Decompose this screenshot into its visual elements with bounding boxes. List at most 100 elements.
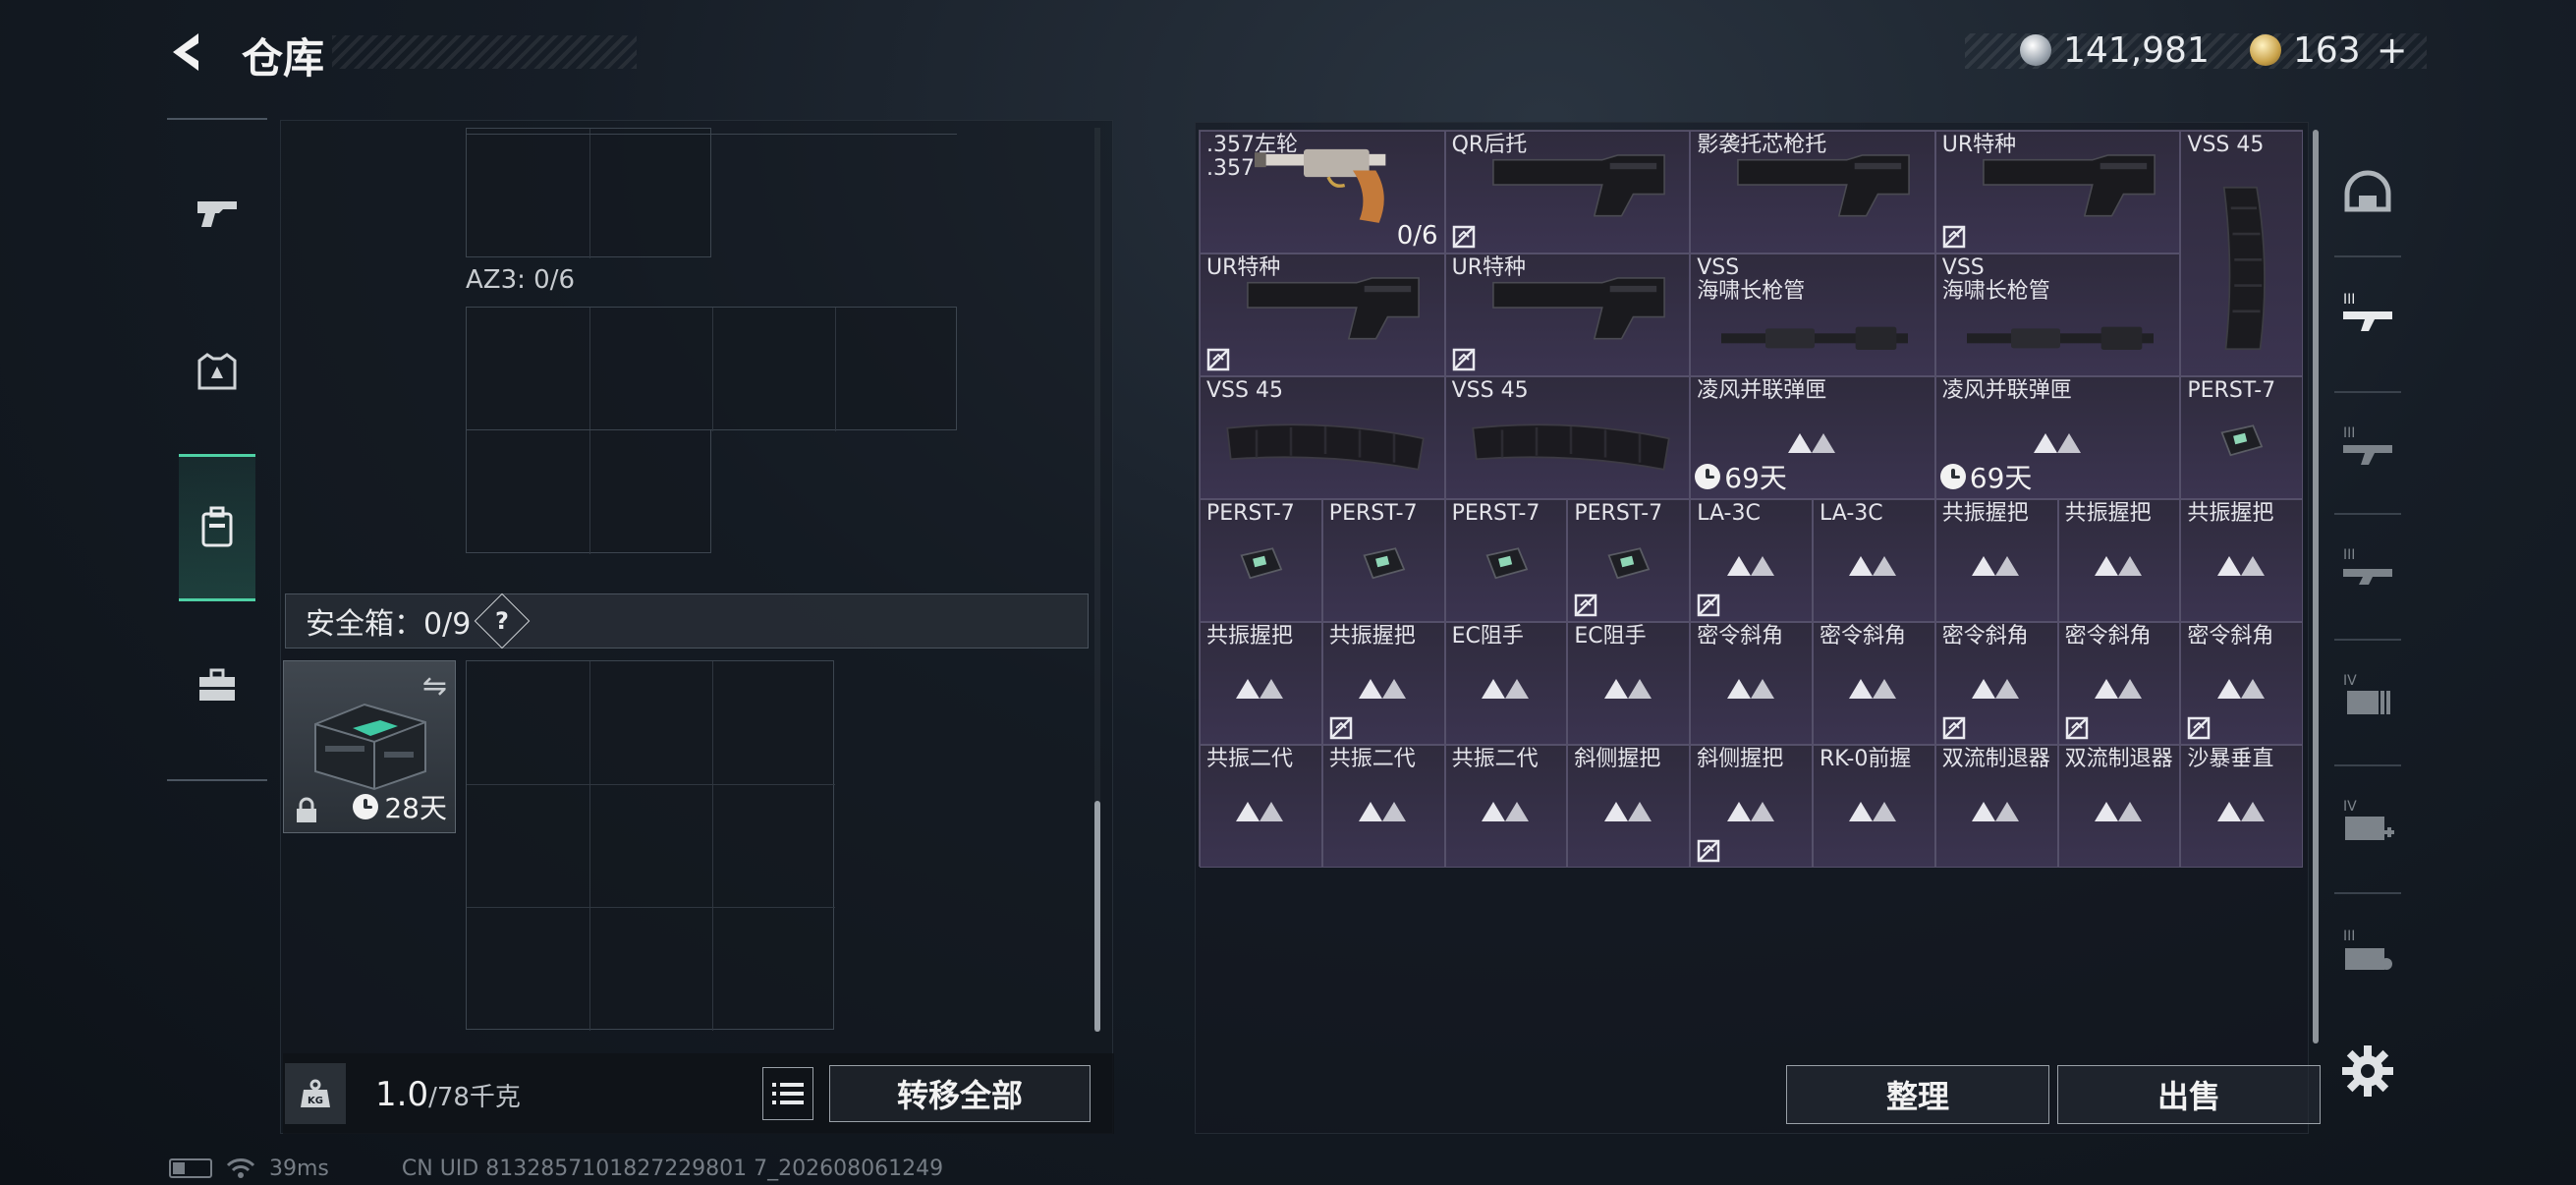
stash-item-slot[interactable]: QR后托 bbox=[1444, 131, 1691, 254]
stash-item-slot[interactable]: 共振握把 bbox=[1321, 622, 1445, 745]
stash-item-slot[interactable]: VSS 海啸长枪管 bbox=[1934, 254, 2181, 376]
rail-item-armor[interactable] bbox=[179, 299, 255, 446]
stash-item-name: EC阻手 bbox=[1451, 624, 1524, 649]
stash-item-slot[interactable]: 沙暴垂直 bbox=[2180, 745, 2304, 868]
stash-item-name: 斜侧握把 bbox=[1574, 747, 1661, 771]
stash-item-slot[interactable]: 共振二代 bbox=[1321, 745, 1445, 868]
stash-item-slot[interactable]: VSS 45 bbox=[1200, 376, 1445, 499]
stash-item-name: UR特种 bbox=[1941, 133, 2017, 157]
stash-item-name: PERST-7 bbox=[1206, 501, 1295, 526]
safe-box-case-icon bbox=[314, 703, 426, 791]
stash-item-slot[interactable]: 共振二代 bbox=[1444, 745, 1568, 868]
safe-box-item[interactable]: ⇋ 28天 bbox=[283, 660, 456, 833]
stash-item-slot[interactable]: 共振握把 bbox=[1200, 622, 1322, 745]
filter-rifle-tier3-b[interactable]: III bbox=[2336, 419, 2399, 481]
weight-value: 1.0 bbox=[375, 1075, 429, 1114]
stash-item-slot[interactable]: 影袭托芯枪托 bbox=[1690, 131, 1935, 254]
stash-item-slot[interactable]: 密令斜角 bbox=[1690, 622, 1813, 745]
rail-item-backpack[interactable] bbox=[179, 454, 255, 601]
stash-item-name: 共振二代 bbox=[1451, 747, 1539, 771]
stash-item-slot[interactable]: 密令斜角 bbox=[1934, 622, 2058, 745]
stash-item-slot[interactable]: 凌风并联弹匣 69天 bbox=[1690, 376, 1935, 499]
backpack-scroll-thumb[interactable] bbox=[1094, 801, 1100, 1032]
rarity-triangle-icon bbox=[2093, 677, 2148, 701]
item-expiry-text: 69天 bbox=[1969, 462, 2033, 494]
stash-item-name: 密令斜角 bbox=[2187, 624, 2274, 649]
stash-item-slot[interactable]: RK-0前握 bbox=[1813, 745, 1935, 868]
pistol-icon bbox=[197, 201, 237, 227]
tool-tier3-icon: III bbox=[2343, 929, 2392, 970]
stash-scrollbar[interactable] bbox=[2313, 130, 2319, 1044]
transfer-all-button[interactable]: 转移全部 bbox=[829, 1065, 1091, 1122]
az3-grid-top-row[interactable] bbox=[466, 307, 957, 431]
stash-item-name: UR特种 bbox=[1206, 255, 1281, 280]
stash-item-name: 密令斜角 bbox=[2064, 624, 2152, 649]
stash-item-name: PERST-7 bbox=[2187, 378, 2276, 403]
rifle-tier3-icon: III bbox=[2343, 292, 2392, 331]
rail-item-pistol[interactable] bbox=[179, 138, 255, 285]
stash-item-slot[interactable]: 共振握把 bbox=[2180, 499, 2304, 622]
kg-label: KG bbox=[308, 1096, 323, 1106]
stash-item-slot[interactable]: 共振握把 bbox=[1934, 499, 2058, 622]
filter-tool-tier3[interactable]: III bbox=[2336, 922, 2399, 985]
container-grid-top[interactable] bbox=[466, 128, 711, 258]
stash-item-slot[interactable]: VSS 45 bbox=[1444, 376, 1691, 499]
kg-weight-icon: KG bbox=[301, 1079, 330, 1107]
uid-text: CN UID 8132857101827229801 7_20260806124… bbox=[401, 1156, 944, 1181]
stash-item-slot[interactable]: VSS 海啸长枪管 bbox=[1690, 254, 1935, 376]
stash-item-slot[interactable]: PERST-7 bbox=[1200, 499, 1322, 622]
stash-item-slot[interactable]: 双流制退器 bbox=[2057, 745, 2181, 868]
stash-item-slot[interactable]: PERST-7 bbox=[1444, 499, 1568, 622]
stash-item-name: 密令斜角 bbox=[1820, 624, 1907, 649]
sell-button[interactable]: 出售 bbox=[2057, 1065, 2321, 1124]
stash-item-slot[interactable]: .357左轮 .357 0/6 bbox=[1200, 131, 1445, 254]
stash-item-slot[interactable]: VSS 45 bbox=[2180, 131, 2304, 376]
gold-coin-icon bbox=[2250, 34, 2281, 66]
stash-item-slot[interactable]: 双流制退器 bbox=[1934, 745, 2058, 868]
back-arrow-icon[interactable] bbox=[165, 28, 214, 77]
rail-item-toolbox[interactable] bbox=[179, 611, 255, 759]
filter-helmet[interactable] bbox=[2336, 163, 2399, 226]
help-button[interactable]: ? bbox=[474, 592, 531, 649]
rarity-triangle-icon bbox=[1847, 677, 1902, 701]
filter-rifle-tier3[interactable]: III bbox=[2336, 285, 2399, 348]
svg-text:IV: IV bbox=[2343, 673, 2357, 689]
stash-item-slot[interactable]: 密令斜角 bbox=[2180, 622, 2304, 745]
settings-gear-icon[interactable] bbox=[2340, 1044, 2395, 1099]
stash-item-slot[interactable]: PERST-7 bbox=[2180, 376, 2304, 499]
stash-item-slot[interactable]: LA-3C bbox=[1813, 499, 1935, 622]
battery-icon bbox=[169, 1158, 212, 1178]
stash-item-slot[interactable]: UR特种 bbox=[1200, 254, 1445, 376]
rarity-triangle-icon bbox=[1847, 800, 1902, 823]
stash-item-name: .357左轮 .357 bbox=[1206, 133, 1298, 182]
stash-item-name: 密令斜角 bbox=[1697, 624, 1784, 649]
filter-rifle-tier3-c[interactable]: III bbox=[2336, 540, 2399, 603]
stash-item-slot[interactable]: LA-3C bbox=[1690, 499, 1813, 622]
stash-item-name: VSS 海啸长枪管 bbox=[1941, 255, 2050, 305]
stash-item-slot[interactable]: EC阻手 bbox=[1567, 622, 1691, 745]
no-trade-icon bbox=[1574, 593, 1597, 617]
stash-item-slot[interactable]: UR特种 bbox=[1444, 254, 1691, 376]
stash-item-slot[interactable]: PERST-7 bbox=[1567, 499, 1691, 622]
swap-icon[interactable]: ⇋ bbox=[422, 669, 447, 704]
stash-item-slot[interactable]: PERST-7 bbox=[1321, 499, 1445, 622]
stash-item-slot[interactable]: 共振二代 bbox=[1200, 745, 1322, 868]
stash-item-slot[interactable]: UR特种 bbox=[1934, 131, 2181, 254]
stash-item-slot[interactable]: 斜侧握把 bbox=[1567, 745, 1691, 868]
stash-item-slot[interactable]: 密令斜角 bbox=[2057, 622, 2181, 745]
list-view-button[interactable] bbox=[762, 1067, 813, 1120]
sort-button[interactable]: 整理 bbox=[1786, 1065, 2049, 1124]
add-currency-button[interactable]: + bbox=[2377, 28, 2408, 72]
stash-item-slot[interactable]: 密令斜角 bbox=[1813, 622, 1935, 745]
weight-unit: /78千克 bbox=[428, 1083, 521, 1112]
filter-ammo-tier4[interactable]: IV bbox=[2336, 666, 2399, 729]
stash-item-slot[interactable]: 共振握把 bbox=[2057, 499, 2181, 622]
stash-item-slot[interactable]: EC阻手 bbox=[1444, 622, 1568, 745]
stash-item-slot[interactable]: 斜侧握把 bbox=[1690, 745, 1813, 868]
stash-item-name: 共振握把 bbox=[2064, 501, 2152, 526]
az3-grid-bottom-row[interactable] bbox=[466, 429, 711, 554]
rifle-tier3-b-icon: III bbox=[2343, 425, 2392, 465]
stash-item-slot[interactable]: 凌风并联弹匣 69天 bbox=[1934, 376, 2181, 499]
filter-medkit-tier4[interactable]: IV bbox=[2336, 792, 2399, 855]
safe-box-grid[interactable] bbox=[466, 660, 835, 1031]
